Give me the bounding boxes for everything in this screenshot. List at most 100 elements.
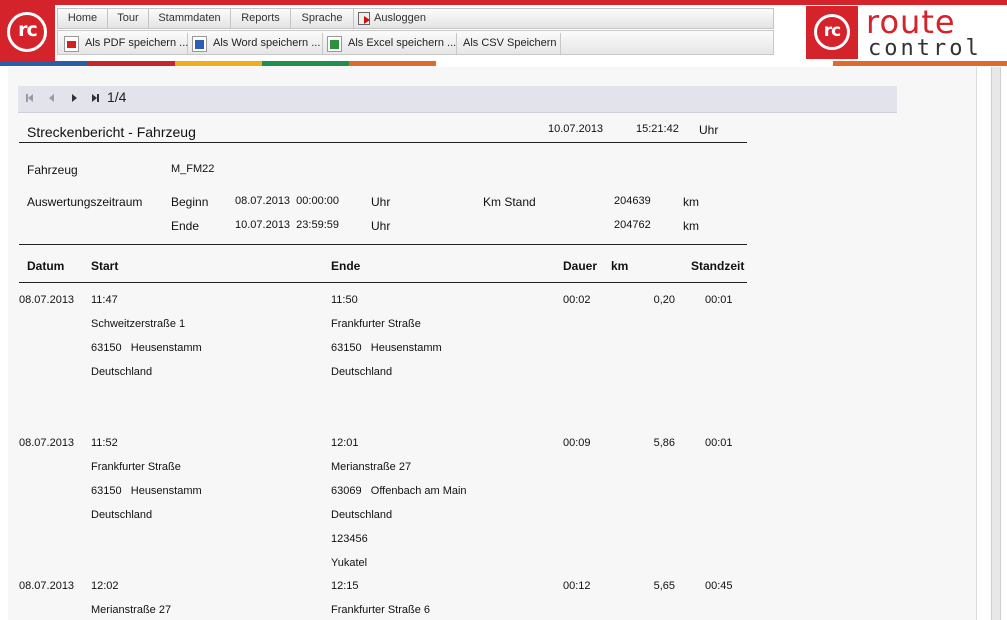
color-stripe-orange <box>349 61 436 66</box>
column-header-ende: Ende <box>331 259 361 273</box>
row-start-line: Frankfurter Straße <box>91 461 181 473</box>
row-start-time: 11:52 <box>91 437 118 449</box>
column-header-km: km <box>611 259 629 273</box>
row-end-time: 11:50 <box>331 294 358 306</box>
row-duration: 00:12 <box>563 580 591 592</box>
export-pdf-button[interactable]: Als PDF speichern ... <box>60 33 188 54</box>
brand-logo: rc route control <box>806 3 996 61</box>
excel-icon <box>327 36 342 52</box>
column-header-start: Start <box>91 259 119 273</box>
brand-mark: rc <box>806 6 858 59</box>
row-start-time: 12:02 <box>91 580 119 592</box>
row-km: 5,86 <box>653 437 675 449</box>
row-start-line: Schweitzerstraße 1 <box>91 318 186 330</box>
divider <box>19 282 747 283</box>
export-toolbar: Als PDF speichern ... Als Word speichern… <box>57 30 774 55</box>
period-label: Auswertungszeitraum <box>27 195 143 209</box>
export-csv-label: Als CSV Speichern <box>463 37 557 49</box>
row-end-line: 63069 Offenbach am Main <box>331 485 467 497</box>
row-duration: 00:02 <box>563 294 591 306</box>
end-label: Ende <box>171 219 200 233</box>
main-menu: Home Tour Stammdaten Reports Sprache Aus… <box>57 8 774 29</box>
row-start-time: 11:47 <box>91 294 118 306</box>
last-page-icon[interactable] <box>87 92 101 106</box>
row-end-line: Yukatel <box>331 557 368 569</box>
scroll-area <box>977 67 1007 620</box>
row-end-line: Deutschland <box>331 366 393 378</box>
row-start-line: Deutschland <box>91 509 153 521</box>
top-accent-bar <box>0 0 1007 5</box>
begin-unit: Uhr <box>371 195 391 209</box>
divider <box>19 142 747 143</box>
export-excel-label: Als Excel speichern ... <box>348 37 457 49</box>
row-start-line: 63150 Heusenstamm <box>91 342 202 354</box>
row-end-line: Frankfurter Straße 6 <box>331 604 431 616</box>
divider <box>19 244 747 245</box>
row-idle-time: 00:01 <box>705 437 733 449</box>
vertical-scrollbar[interactable] <box>991 67 1001 620</box>
row-start-line: Merianstraße 27 <box>91 604 172 616</box>
km-end-unit: km <box>683 219 699 233</box>
first-page-icon[interactable] <box>24 92 38 106</box>
row-end-time: 12:01 <box>331 437 359 449</box>
row-idle-time: 00:45 <box>705 580 733 592</box>
menu-logout[interactable]: Ausloggen <box>355 9 431 28</box>
brand-word-control: control <box>868 36 982 61</box>
menu-stammdaten[interactable]: Stammdaten <box>149 9 231 28</box>
menu-reports[interactable]: Reports <box>231 9 291 28</box>
row-start-line: 63150 Heusenstamm <box>91 485 202 497</box>
color-stripe-orange-right <box>833 61 1007 66</box>
end-unit: Uhr <box>371 219 391 233</box>
row-duration: 00:09 <box>563 437 591 449</box>
color-stripe-green <box>262 61 349 66</box>
begin-value: 08.07.2013 00:00:00 <box>235 195 339 207</box>
pdf-icon <box>64 36 79 52</box>
app-logo[interactable]: rc <box>0 5 55 61</box>
vehicle-label: Fahrzeug <box>27 163 78 177</box>
color-stripe-yellow <box>175 61 262 66</box>
export-word-label: Als Word speichern ... <box>213 37 321 49</box>
word-icon <box>192 36 207 52</box>
color-stripe-red <box>88 61 175 66</box>
row-date: 08.07.2013 <box>19 580 75 592</box>
km-begin-value: 204639 <box>614 195 651 207</box>
previous-page-icon[interactable] <box>45 92 59 106</box>
column-header-dauer: Dauer <box>563 259 598 273</box>
row-start-line: Deutschland <box>91 366 153 378</box>
report-time: 15:21:42 <box>636 123 679 135</box>
export-word-button[interactable]: Als Word speichern ... <box>188 33 323 54</box>
row-km: 0,20 <box>653 294 675 306</box>
menu-sprache[interactable]: Sprache <box>291 9 354 28</box>
end-value: 10.07.2013 23:59:59 <box>235 219 339 231</box>
vehicle-value: M_FM22 <box>171 163 215 175</box>
color-stripe-blue <box>0 61 88 66</box>
export-csv-button[interactable]: Als CSV Speichern <box>457 33 561 54</box>
brand-mark-text: rc <box>823 21 841 41</box>
row-end-line: 63150 Heusenstamm <box>331 342 442 354</box>
km-begin-unit: km <box>683 195 699 209</box>
report-time-unit: Uhr <box>699 123 719 137</box>
row-end-line: 123456 <box>331 533 368 545</box>
begin-label: Beginn <box>171 195 209 209</box>
report-date: 10.07.2013 <box>548 123 604 135</box>
page-indicator: 1/4 <box>107 89 127 105</box>
logout-icon <box>358 12 370 25</box>
row-end-time: 12:15 <box>331 580 359 592</box>
logo-text: rc <box>18 19 38 41</box>
column-header-datum: Datum <box>27 259 65 273</box>
logout-label: Ausloggen <box>374 12 426 24</box>
row-end-line: Deutschland <box>331 509 393 521</box>
menu-home[interactable]: Home <box>58 9 108 28</box>
row-km: 5,65 <box>653 580 675 592</box>
menu-tour[interactable]: Tour <box>108 9 149 28</box>
report-title: Streckenbericht - Fahrzeug <box>27 124 196 140</box>
export-pdf-label: Als PDF speichern ... <box>85 37 189 49</box>
km-stand-label: Km Stand <box>483 195 536 209</box>
row-end-line: Frankfurter Straße <box>331 318 421 330</box>
next-page-icon[interactable] <box>67 92 81 106</box>
export-excel-button[interactable]: Als Excel speichern ... <box>323 33 457 54</box>
row-date: 08.07.2013 <box>19 294 75 306</box>
km-end-value: 204762 <box>614 219 651 231</box>
report-pager: 1/4 <box>18 86 897 113</box>
column-header-standzeit: Standzeit <box>691 259 745 273</box>
